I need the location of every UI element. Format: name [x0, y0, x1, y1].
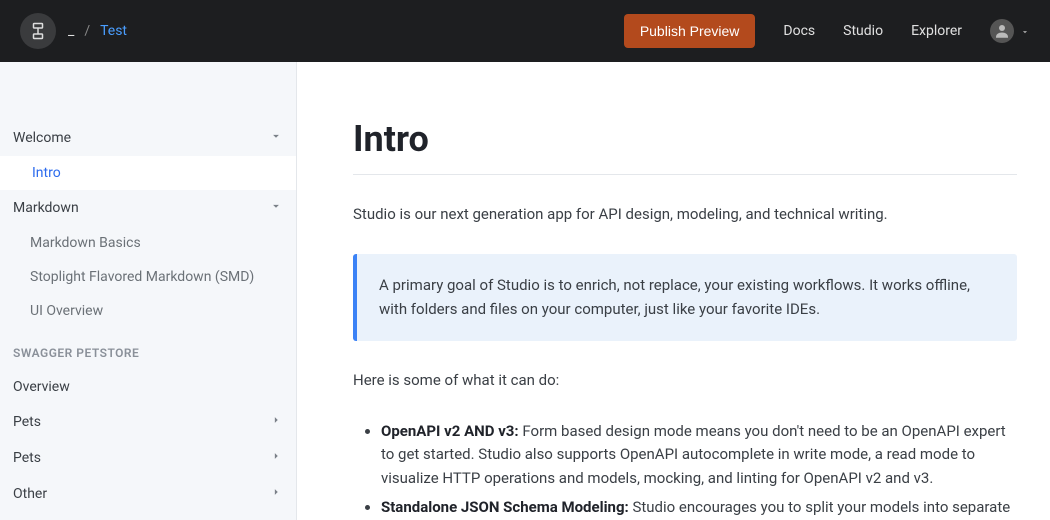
sidebar-item-overview[interactable]: Overview	[0, 370, 296, 404]
avatar-icon	[990, 19, 1014, 43]
sidebar-item-markdown-basics[interactable]: Markdown Basics	[0, 226, 296, 260]
list-item-bold: Standalone JSON Schema Modeling:	[381, 498, 629, 516]
sidebar-label: Pets	[13, 450, 41, 466]
sidebar-label: Overview	[13, 379, 70, 395]
header-bar: _ / Test Publish Preview Docs Studio Exp…	[0, 0, 1050, 62]
sidebar-label: Markdown Basics	[30, 235, 141, 251]
info-callout: A primary goal of Studio is to enrich, n…	[353, 254, 1017, 341]
sidebar-section-title: SWAGGER PETSTORE	[0, 328, 296, 370]
list-item: Standalone JSON Schema Modeling: Studio …	[381, 496, 1018, 520]
nav-docs[interactable]: Docs	[783, 23, 815, 39]
breadcrumb-project-link[interactable]: Test	[100, 23, 127, 39]
sidebar-item-other[interactable]: Other	[0, 476, 296, 512]
feature-list: OpenAPI v2 AND v3: Form based design mod…	[353, 420, 1018, 520]
body: Welcome Intro Markdown Markdown Basics S…	[0, 62, 1050, 520]
sidebar-label: Stoplight Flavored Markdown (SMD)	[30, 269, 254, 285]
sidebar-item-smd[interactable]: Stoplight Flavored Markdown (SMD)	[0, 260, 296, 294]
sidebar-item-pets-1[interactable]: Pets	[0, 404, 296, 440]
chevron-down-icon	[269, 129, 283, 147]
sidebar-label: Other	[13, 486, 47, 502]
nav-studio[interactable]: Studio	[843, 23, 883, 39]
sidebar-label: Intro	[32, 165, 61, 181]
title-divider	[353, 174, 1017, 175]
chevron-right-icon	[269, 485, 283, 503]
list-item-bold: OpenAPI v2 AND v3:	[381, 422, 519, 440]
breadcrumb: _ / Test	[68, 23, 127, 39]
sidebar-item-pets-2[interactable]: Pets	[0, 440, 296, 476]
chevron-down-icon	[269, 199, 283, 217]
chevron-down-icon	[1020, 22, 1030, 41]
chevron-right-icon	[269, 413, 283, 431]
sidebar-item-ui-overview[interactable]: UI Overview	[0, 294, 296, 328]
sidebar-label: UI Overview	[30, 303, 103, 319]
header-right: Publish Preview Docs Studio Explorer	[624, 14, 1030, 48]
sidebar: Welcome Intro Markdown Markdown Basics S…	[0, 62, 297, 520]
list-item: OpenAPI v2 AND v3: Form based design mod…	[381, 420, 1018, 490]
user-menu[interactable]	[990, 19, 1030, 43]
main-content: Intro Studio is our next generation app …	[297, 62, 1050, 520]
sidebar-item-intro[interactable]: Intro	[0, 156, 296, 190]
intro-paragraph: Studio is our next generation app for AP…	[353, 203, 1018, 226]
list-intro-paragraph: Here is some of what it can do:	[353, 369, 1018, 392]
sidebar-label: Markdown	[13, 200, 79, 216]
publish-preview-button[interactable]: Publish Preview	[624, 14, 756, 48]
sidebar-label: Welcome	[13, 130, 71, 146]
nav-explorer[interactable]: Explorer	[911, 23, 962, 39]
breadcrumb-separator: /	[84, 23, 90, 39]
sidebar-group-welcome[interactable]: Welcome	[0, 120, 296, 156]
sidebar-group-markdown[interactable]: Markdown	[0, 190, 296, 226]
logo-icon[interactable]	[20, 13, 56, 49]
sidebar-label: Pets	[13, 414, 41, 430]
breadcrumb-workspace[interactable]: _	[68, 23, 74, 39]
chevron-right-icon	[269, 449, 283, 467]
page-title: Intro	[353, 118, 1018, 160]
